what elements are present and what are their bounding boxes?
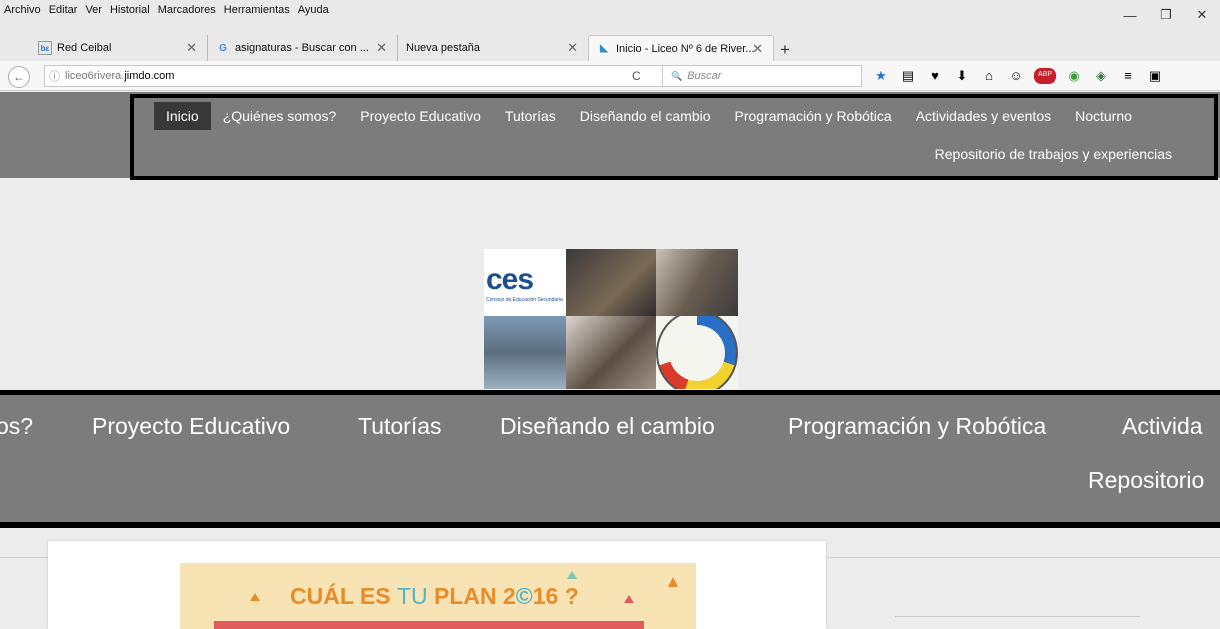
pocket-icon[interactable]: ♥ bbox=[926, 68, 944, 84]
search-placeholder: Buscar bbox=[687, 70, 722, 82]
back-button[interactable]: ← bbox=[8, 66, 30, 88]
bookmark-star-icon[interactable]: ★ bbox=[872, 68, 890, 84]
menu-icon[interactable]: ≡ bbox=[1119, 68, 1137, 84]
menu-archivo[interactable]: Archivo bbox=[4, 4, 41, 16]
close-tab-icon[interactable]: ✕ bbox=[186, 40, 197, 56]
tab-label: Inicio - Liceo Nº 6 de River... bbox=[616, 42, 755, 55]
search-input[interactable]: 🔍 Buscar bbox=[662, 65, 862, 87]
tab-nueva-pestana[interactable]: Nueva pestaña ✕ bbox=[398, 35, 588, 61]
tab-red-ceibal[interactable]: bε Red Ceibal ✕ bbox=[30, 35, 208, 61]
menu-bar: Archivo Editar Ver Historial Marcadores … bbox=[0, 0, 1220, 19]
google-favicon-icon: G bbox=[219, 42, 227, 54]
triangle-decoration-icon bbox=[624, 595, 634, 603]
download-icon[interactable]: ⬇ bbox=[953, 68, 971, 84]
close-tab-icon[interactable]: ✕ bbox=[567, 40, 578, 56]
zoom-nav-disenando-el-cambio[interactable]: Diseñando el cambio bbox=[500, 413, 715, 440]
nav-nocturno[interactable]: Nocturno bbox=[1063, 102, 1144, 130]
close-tab-icon[interactable]: ✕ bbox=[752, 41, 763, 57]
url-bar[interactable]: ⓘ liceo6rivera. jimdo.com bbox=[44, 65, 674, 87]
ces-logo: ces Consejo de Educación Secundaria bbox=[484, 249, 566, 316]
tab-label: Red Ceibal bbox=[57, 42, 112, 54]
site-nav-items: Inicio ¿Quiénes somos? Proyecto Educativ… bbox=[154, 102, 1144, 130]
tab-label: asignaturas - Buscar con ... bbox=[235, 42, 369, 54]
menu-ver[interactable]: Ver bbox=[85, 4, 102, 16]
zoom-nav-tutorias[interactable]: Tutorías bbox=[358, 413, 442, 440]
search-icon: 🔍 bbox=[671, 70, 683, 81]
home-icon[interactable]: ⌂ bbox=[980, 68, 998, 84]
close-tab-icon[interactable]: ✕ bbox=[376, 40, 387, 56]
ces-logo-subtitle: Consejo de Educación Secundaria bbox=[486, 296, 563, 303]
seal-emblem-icon bbox=[656, 316, 738, 389]
ceibal-favicon-icon: bε bbox=[38, 41, 52, 55]
zoom-nav-proyecto-educativo[interactable]: Proyecto Educativo bbox=[92, 413, 290, 440]
triangle-decoration-icon bbox=[668, 577, 678, 587]
menu-ayuda[interactable]: Ayuda bbox=[298, 4, 329, 16]
reload-icon[interactable]: C bbox=[632, 69, 641, 83]
nav-inicio[interactable]: Inicio bbox=[154, 102, 211, 130]
adblock-icon[interactable]: ABP bbox=[1034, 68, 1056, 84]
tab-label: Nueva pestaña bbox=[406, 42, 480, 54]
menu-editar[interactable]: Editar bbox=[49, 4, 78, 16]
sidebar-divider bbox=[895, 616, 1140, 617]
tab-asignaturas[interactable]: G asignaturas - Buscar con ... ✕ bbox=[208, 35, 398, 61]
nav-repositorio[interactable]: Repositorio de trabajos y experiencias bbox=[935, 146, 1172, 162]
menu-historial[interactable]: Historial bbox=[110, 4, 150, 16]
toolbar: ★ ▤ ♥ ⬇ ⌂ ☺ ABP ◉ ◈ ≡ ▣ bbox=[872, 68, 1164, 84]
school-building-photo bbox=[484, 316, 566, 389]
chat-icon[interactable]: ☺ bbox=[1007, 68, 1025, 84]
nav-quienes-somos[interactable]: ¿Quiénes somos? bbox=[211, 102, 349, 130]
site-logo-collage[interactable]: ces Consejo de Educación Secundaria bbox=[484, 249, 738, 389]
zoomed-navigation: os? Proyecto Educativo Tutorías Diseñand… bbox=[0, 390, 1220, 528]
triangle-decoration-icon bbox=[250, 593, 260, 601]
menu-herramientas[interactable]: Herramientas bbox=[224, 4, 290, 16]
classroom-photo bbox=[656, 249, 738, 316]
jimdo-favicon-icon: ◣ bbox=[600, 43, 608, 54]
new-tab-button[interactable]: + bbox=[780, 40, 790, 60]
triangle-decoration-icon bbox=[567, 571, 577, 579]
banner-stripe bbox=[214, 621, 644, 629]
reading-list-icon[interactable]: ▤ bbox=[899, 68, 917, 84]
nav-actividades-eventos[interactable]: Actividades y eventos bbox=[904, 102, 1063, 130]
url-domain: jimdo.com bbox=[124, 70, 175, 82]
plan-2016-banner[interactable]: CUÁL ES TU PLAN 2©16 ? bbox=[180, 563, 696, 629]
nav-proyecto-educativo[interactable]: Proyecto Educativo bbox=[348, 102, 493, 130]
zoom-nav-programacion-robotica[interactable]: Programación y Robótica bbox=[788, 413, 1046, 440]
site-info-icon[interactable]: ⓘ bbox=[49, 68, 60, 84]
zoom-nav-actividades[interactable]: Activida bbox=[1122, 413, 1203, 440]
extension-icon[interactable]: ◈ bbox=[1092, 68, 1110, 84]
students-photo bbox=[566, 316, 656, 389]
extension-green-icon[interactable]: ◉ bbox=[1065, 68, 1083, 84]
nav-disenando-el-cambio[interactable]: Diseñando el cambio bbox=[568, 102, 723, 130]
navigation-bar: ← ⓘ liceo6rivera. jimdo.com C 🔍 Buscar ★ … bbox=[0, 61, 1220, 91]
zoomed-nav-row: os? Proyecto Educativo Tutorías Diseñand… bbox=[0, 413, 1220, 449]
tab-bar: bε Red Ceibal ✕ G asignaturas - Buscar c… bbox=[0, 19, 1220, 61]
url-subdomain: liceo6rivera. bbox=[65, 70, 125, 82]
menu-marcadores[interactable]: Marcadores bbox=[158, 4, 216, 16]
nav-programacion-robotica[interactable]: Programación y Robótica bbox=[723, 102, 904, 130]
zoom-nav-repositorio[interactable]: Repositorio bbox=[1088, 467, 1220, 494]
ces-logo-text: ces bbox=[486, 262, 534, 296]
shield-icon[interactable]: ▣ bbox=[1146, 68, 1164, 84]
site-navigation-highlight: Inicio ¿Quiénes somos? Proyecto Educativ… bbox=[130, 94, 1218, 180]
banner-title: CUÁL ES TU PLAN 2©16 ? bbox=[290, 583, 579, 609]
liceo-seal bbox=[656, 316, 738, 389]
tab-inicio-liceo[interactable]: ◣ Inicio - Liceo Nº 6 de River... ✕ bbox=[588, 35, 774, 61]
group-photo bbox=[566, 249, 656, 316]
zoom-nav-quienes-somos[interactable]: os? bbox=[0, 413, 33, 440]
nav-tutorias[interactable]: Tutorías bbox=[493, 102, 568, 130]
